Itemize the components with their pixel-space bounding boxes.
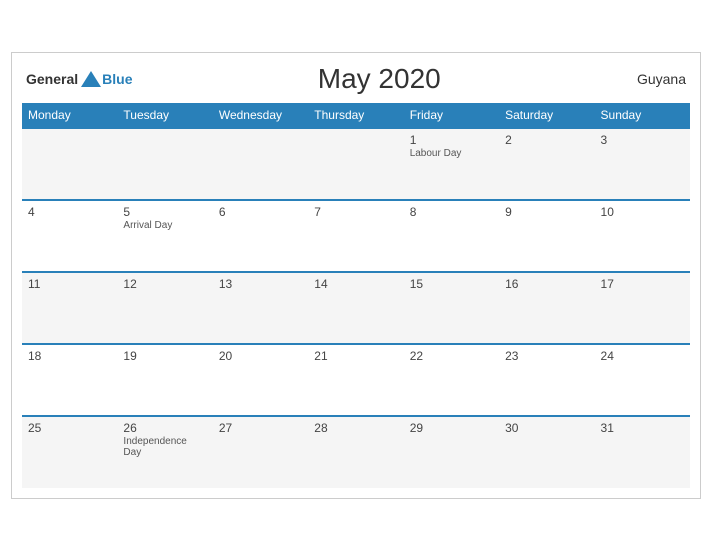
day-cell: 27 bbox=[213, 416, 308, 488]
day-number: 13 bbox=[219, 277, 302, 291]
day-cell: 22 bbox=[404, 344, 499, 416]
day-number: 18 bbox=[28, 349, 111, 363]
day-cell: 19 bbox=[117, 344, 212, 416]
day-cell: 29 bbox=[404, 416, 499, 488]
calendar-grid: Monday Tuesday Wednesday Thursday Friday… bbox=[22, 103, 690, 488]
day-cell: 9 bbox=[499, 200, 594, 272]
day-cell bbox=[117, 128, 212, 200]
day-cell: 2 bbox=[499, 128, 594, 200]
week-row-1: 1Labour Day 23 bbox=[22, 128, 690, 200]
day-number: 4 bbox=[28, 205, 111, 219]
logo-general-text: General bbox=[26, 71, 78, 87]
calendar-title: May 2020 bbox=[132, 63, 626, 95]
day-cell: 30 bbox=[499, 416, 594, 488]
day-number: 5 bbox=[123, 205, 206, 219]
day-number: 30 bbox=[505, 421, 588, 435]
col-tuesday: Tuesday bbox=[117, 103, 212, 128]
day-cell: 28 bbox=[308, 416, 403, 488]
day-number: 24 bbox=[601, 349, 684, 363]
col-monday: Monday bbox=[22, 103, 117, 128]
calendar-header: General Blue May 2020 Guyana bbox=[22, 63, 690, 95]
day-cell: 31 bbox=[595, 416, 690, 488]
day-cell: 13 bbox=[213, 272, 308, 344]
day-number: 29 bbox=[410, 421, 493, 435]
day-cell: 21 bbox=[308, 344, 403, 416]
day-number: 2 bbox=[505, 133, 588, 147]
day-number: 23 bbox=[505, 349, 588, 363]
col-friday: Friday bbox=[404, 103, 499, 128]
country-label: Guyana bbox=[626, 71, 686, 87]
day-cell bbox=[22, 128, 117, 200]
day-cell: 14 bbox=[308, 272, 403, 344]
day-cell: 18 bbox=[22, 344, 117, 416]
logo-blue-text: Blue bbox=[102, 71, 132, 87]
col-sunday: Sunday bbox=[595, 103, 690, 128]
day-event-label: Labour Day bbox=[410, 148, 493, 159]
day-number: 16 bbox=[505, 277, 588, 291]
day-number: 6 bbox=[219, 205, 302, 219]
col-wednesday: Wednesday bbox=[213, 103, 308, 128]
day-number: 3 bbox=[601, 133, 684, 147]
day-cell: 23 bbox=[499, 344, 594, 416]
week-row-4: 18 19 20 21 22 23 24 bbox=[22, 344, 690, 416]
calendar-container: General Blue May 2020 Guyana Monday Tues… bbox=[11, 52, 701, 499]
day-event-label: Independence Day bbox=[123, 436, 206, 458]
day-number: 22 bbox=[410, 349, 493, 363]
day-number: 27 bbox=[219, 421, 302, 435]
day-cell: 24 bbox=[595, 344, 690, 416]
day-number: 28 bbox=[314, 421, 397, 435]
day-cell: 26Independence Day bbox=[117, 416, 212, 488]
day-number: 31 bbox=[601, 421, 684, 435]
day-cell: 20 bbox=[213, 344, 308, 416]
day-cell: 1Labour Day bbox=[404, 128, 499, 200]
day-number: 14 bbox=[314, 277, 397, 291]
day-number: 15 bbox=[410, 277, 493, 291]
day-cell: 8 bbox=[404, 200, 499, 272]
day-cell: 11 bbox=[22, 272, 117, 344]
day-number: 12 bbox=[123, 277, 206, 291]
day-number: 7 bbox=[314, 205, 397, 219]
col-saturday: Saturday bbox=[499, 103, 594, 128]
week-row-2: 45Arrival Day678910 bbox=[22, 200, 690, 272]
week-row-5: 25 26Independence Day 27 28 29 30 31 bbox=[22, 416, 690, 488]
day-cell: 4 bbox=[22, 200, 117, 272]
day-cell bbox=[213, 128, 308, 200]
day-number: 25 bbox=[28, 421, 111, 435]
day-cell: 16 bbox=[499, 272, 594, 344]
day-cell: 12 bbox=[117, 272, 212, 344]
day-cell: 5Arrival Day bbox=[117, 200, 212, 272]
day-number: 19 bbox=[123, 349, 206, 363]
day-cell: 15 bbox=[404, 272, 499, 344]
day-number: 26 bbox=[123, 421, 206, 435]
day-cell: 7 bbox=[308, 200, 403, 272]
day-number: 1 bbox=[410, 133, 493, 147]
header-row: Monday Tuesday Wednesday Thursday Friday… bbox=[22, 103, 690, 128]
day-event-label: Arrival Day bbox=[123, 220, 206, 231]
day-number: 20 bbox=[219, 349, 302, 363]
day-cell: 10 bbox=[595, 200, 690, 272]
day-cell: 17 bbox=[595, 272, 690, 344]
day-number: 9 bbox=[505, 205, 588, 219]
day-cell: 25 bbox=[22, 416, 117, 488]
day-number: 10 bbox=[601, 205, 684, 219]
day-cell: 6 bbox=[213, 200, 308, 272]
day-number: 21 bbox=[314, 349, 397, 363]
day-cell bbox=[308, 128, 403, 200]
logo-icon bbox=[80, 68, 102, 90]
day-number: 11 bbox=[28, 277, 111, 291]
day-number: 17 bbox=[601, 277, 684, 291]
day-number: 8 bbox=[410, 205, 493, 219]
col-thursday: Thursday bbox=[308, 103, 403, 128]
logo: General Blue bbox=[26, 68, 132, 90]
day-cell: 3 bbox=[595, 128, 690, 200]
week-row-3: 11 12 13 14 15 16 17 bbox=[22, 272, 690, 344]
